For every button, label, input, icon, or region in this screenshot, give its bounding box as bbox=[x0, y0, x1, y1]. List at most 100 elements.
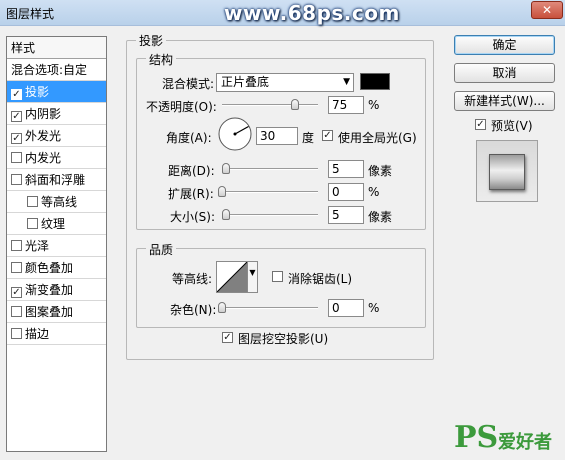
distance-input[interactable]: 5 bbox=[328, 160, 364, 178]
distance-label: 距离(D): bbox=[168, 164, 215, 178]
opacity-unit: % bbox=[368, 98, 380, 112]
style-item-label: 渐变叠加 bbox=[25, 283, 74, 297]
size-unit: 像素 bbox=[368, 210, 393, 224]
spread-slider-track[interactable] bbox=[222, 191, 318, 193]
anti-alias-label: 消除锯齿(L) bbox=[288, 272, 353, 286]
style-list-header: 样式 bbox=[7, 37, 106, 59]
contour-picker[interactable] bbox=[216, 261, 248, 293]
chevron-down-icon: ▼ bbox=[343, 77, 350, 87]
style-item-color-overlay[interactable]: 颜色叠加 bbox=[7, 257, 106, 279]
style-item-label: 内阴影 bbox=[25, 107, 62, 121]
style-item-label: 描边 bbox=[25, 327, 50, 341]
noise-input[interactable]: 0 bbox=[328, 299, 364, 317]
style-item-label: 光泽 bbox=[25, 239, 50, 253]
chevron-down-icon: ▼ bbox=[249, 268, 256, 277]
preview-label: 预览(V) bbox=[491, 119, 533, 133]
inner-glow-checkbox[interactable] bbox=[11, 152, 22, 163]
distance-slider-thumb[interactable] bbox=[222, 163, 230, 174]
distance-slider-track[interactable] bbox=[222, 168, 318, 170]
style-item-drop-shadow[interactable]: ✓ 投影 bbox=[7, 81, 106, 103]
knockout-label: 图层挖空投影(U) bbox=[238, 332, 329, 346]
stroke-checkbox[interactable] bbox=[11, 328, 22, 339]
ps-logo-mark: PS bbox=[454, 420, 499, 455]
style-item-label: 颜色叠加 bbox=[25, 261, 74, 275]
contour-label: 等高线: bbox=[172, 272, 213, 286]
preview-checkbox[interactable]: ✓ bbox=[475, 119, 486, 130]
ok-button[interactable]: 确定 bbox=[454, 35, 555, 55]
contour-dropdown-button[interactable]: ▼ bbox=[248, 261, 258, 293]
style-item-bevel-emboss[interactable]: 斜面和浮雕 bbox=[7, 169, 106, 191]
angle-dial[interactable] bbox=[218, 117, 252, 151]
drop-shadow-title: 投影 bbox=[136, 32, 167, 49]
style-item-gradient-overlay[interactable]: ✓ 渐变叠加 bbox=[7, 279, 106, 301]
knockout-checkbox[interactable]: ✓ bbox=[222, 332, 233, 343]
bevel-emboss-checkbox[interactable] bbox=[11, 174, 22, 185]
spread-label: 扩展(R): bbox=[168, 187, 214, 201]
satin-checkbox[interactable] bbox=[11, 240, 22, 251]
style-item-label: 内发光 bbox=[25, 151, 62, 165]
spread-slider-thumb[interactable] bbox=[218, 186, 226, 197]
opacity-slider-thumb[interactable] bbox=[291, 99, 299, 110]
contour-curve-icon bbox=[216, 261, 248, 293]
blend-mode-label: 混合模式: bbox=[162, 77, 215, 91]
pattern-overlay-checkbox[interactable] bbox=[11, 306, 22, 317]
style-item-label: 投影 bbox=[25, 85, 50, 99]
style-list: 样式 混合选项:自定 ✓ 投影 ✓ 内阴影 ✓ 外发光 内发光 斜面和浮雕 等高线 纹… bbox=[6, 36, 107, 452]
distance-unit: 像素 bbox=[368, 164, 393, 178]
noise-slider-track[interactable] bbox=[222, 307, 318, 309]
anti-alias-checkbox[interactable] bbox=[272, 271, 283, 282]
outer-glow-checkbox[interactable]: ✓ bbox=[11, 133, 22, 144]
ps-logo-text: 爱好者 bbox=[498, 432, 552, 453]
inner-shadow-checkbox[interactable]: ✓ bbox=[11, 111, 22, 122]
cancel-button[interactable]: 取消 bbox=[454, 63, 555, 83]
noise-unit: % bbox=[368, 301, 380, 315]
noise-label: 杂色(N): bbox=[170, 303, 217, 317]
structure-title: 结构 bbox=[146, 51, 177, 68]
watermark-text: www.68ps.com bbox=[224, 1, 400, 25]
quality-title: 品质 bbox=[146, 241, 177, 258]
style-item-label: 外发光 bbox=[25, 129, 62, 143]
contour-checkbox[interactable] bbox=[27, 196, 38, 207]
opacity-slider-track[interactable] bbox=[222, 104, 318, 106]
size-input[interactable]: 5 bbox=[328, 206, 364, 224]
style-item-label: 图案叠加 bbox=[25, 305, 74, 319]
style-item-inner-shadow[interactable]: ✓ 内阴影 bbox=[7, 103, 106, 125]
drop-shadow-checkbox[interactable]: ✓ bbox=[11, 89, 22, 100]
style-item-label: 混合选项:自定 bbox=[11, 63, 88, 77]
style-preview bbox=[476, 140, 538, 202]
ps-logo: PS 爱好者 bbox=[454, 418, 564, 456]
shadow-color-swatch[interactable] bbox=[360, 73, 390, 90]
size-slider-thumb[interactable] bbox=[222, 209, 230, 220]
style-item-contour[interactable]: 等高线 bbox=[7, 191, 106, 213]
new-style-button[interactable]: 新建样式(W)... bbox=[454, 91, 555, 111]
global-light-label: 使用全局光(G) bbox=[338, 131, 417, 145]
gradient-overlay-checkbox[interactable]: ✓ bbox=[11, 287, 22, 298]
noise-slider-thumb[interactable] bbox=[218, 302, 226, 313]
style-item-stroke[interactable]: 描边 bbox=[7, 323, 106, 345]
texture-checkbox[interactable] bbox=[27, 218, 38, 229]
opacity-input[interactable]: 75 bbox=[328, 96, 364, 114]
style-item-label: 纹理 bbox=[41, 217, 66, 231]
size-label: 大小(S): bbox=[170, 210, 216, 224]
angle-label: 角度(A): bbox=[166, 131, 212, 145]
window-title: 图层样式 bbox=[6, 7, 55, 21]
size-slider-track[interactable] bbox=[222, 214, 318, 216]
spread-input[interactable]: 0 bbox=[328, 183, 364, 201]
angle-input[interactable]: 30 bbox=[256, 127, 298, 145]
style-item-label: 等高线 bbox=[41, 195, 78, 209]
style-preview-swatch bbox=[489, 154, 525, 190]
close-button[interactable]: ✕ bbox=[531, 1, 563, 19]
style-item-texture[interactable]: 纹理 bbox=[7, 213, 106, 235]
title-bar: 图层样式 www.68ps.com ✕ bbox=[0, 0, 565, 26]
style-item-outer-glow[interactable]: ✓ 外发光 bbox=[7, 125, 106, 147]
style-item-label: 斜面和浮雕 bbox=[25, 173, 86, 187]
style-item-blend-options[interactable]: 混合选项:自定 bbox=[7, 59, 106, 81]
angle-unit: 度 bbox=[302, 131, 315, 145]
style-item-pattern-overlay[interactable]: 图案叠加 bbox=[7, 301, 106, 323]
blend-mode-select[interactable]: 正片叠底 ▼ bbox=[216, 73, 354, 92]
style-item-inner-glow[interactable]: 内发光 bbox=[7, 147, 106, 169]
color-overlay-checkbox[interactable] bbox=[11, 262, 22, 273]
global-light-checkbox[interactable]: ✓ bbox=[322, 130, 333, 141]
style-item-satin[interactable]: 光泽 bbox=[7, 235, 106, 257]
angle-dial-icon bbox=[218, 117, 252, 151]
